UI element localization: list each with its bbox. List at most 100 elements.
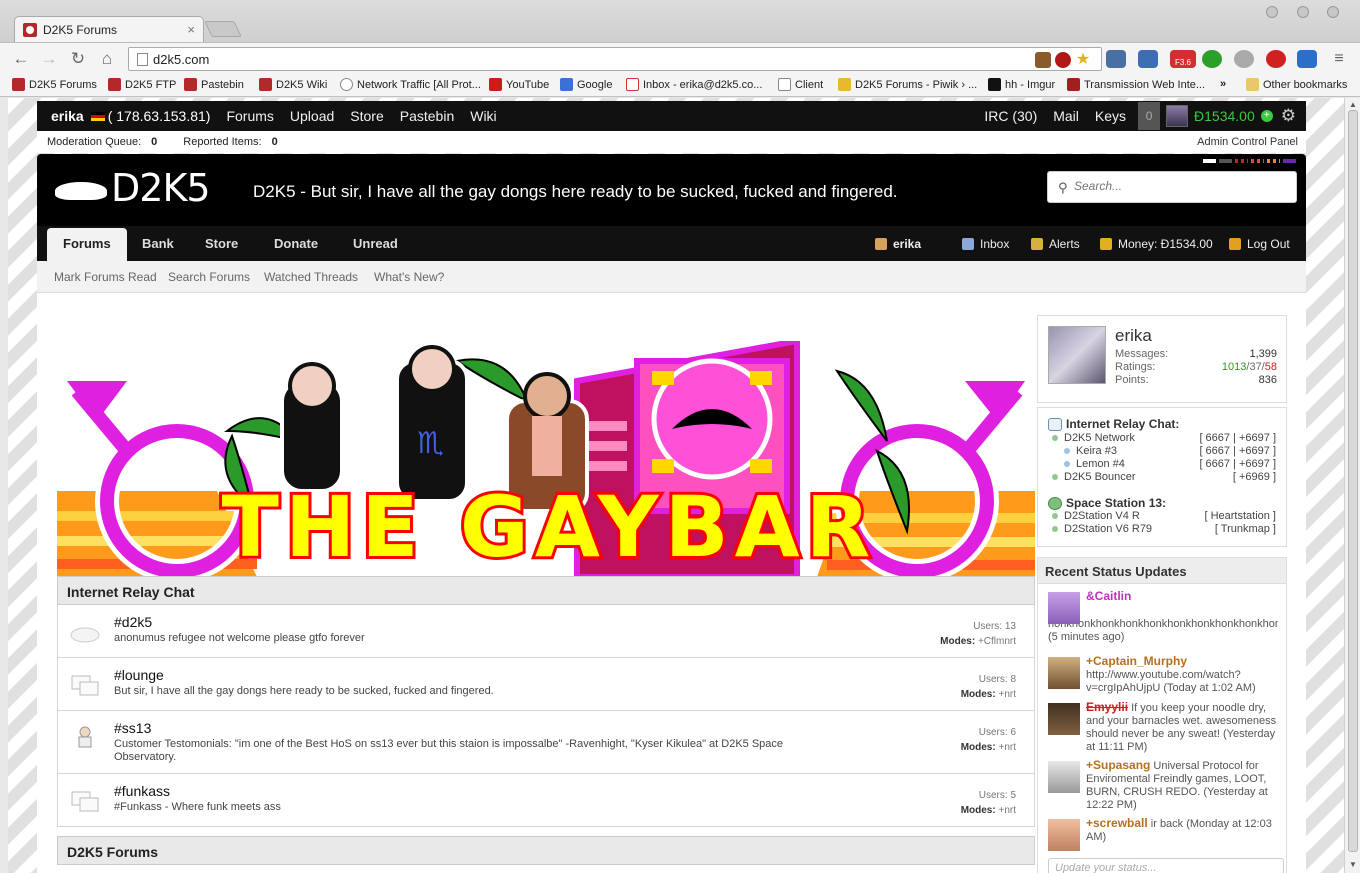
minimize-window-button[interactable]: [1266, 6, 1278, 18]
ss13-server-row[interactable]: D2Station V6 R79[ Trunkmap ]: [1052, 523, 1276, 535]
irc-server-row[interactable]: Lemon #4[ 6667 | +6697 ]: [1064, 458, 1276, 470]
notification-count[interactable]: 0: [1138, 102, 1161, 130]
nav-money-link[interactable]: Money: Đ1534.00: [1100, 237, 1213, 251]
maximize-window-button[interactable]: [1297, 6, 1309, 18]
bookmark-item[interactable]: Transmission Web Inte...: [1067, 78, 1205, 91]
topbar-money[interactable]: Đ1534.00: [1194, 108, 1255, 124]
tab-unread[interactable]: Unread: [353, 236, 398, 251]
bookmark-item[interactable]: Client: [778, 78, 823, 91]
avatar[interactable]: [1048, 703, 1080, 735]
topbar-link-wiki[interactable]: Wiki: [470, 108, 496, 124]
channel-name[interactable]: #d2k5: [114, 614, 152, 630]
topbar-mail-link[interactable]: Mail: [1053, 108, 1079, 124]
topbar-irc-link[interactable]: IRC (30): [984, 108, 1037, 124]
switch-extension-icon[interactable]: [1297, 50, 1317, 68]
channel-name[interactable]: #lounge: [114, 667, 164, 683]
bookmark-item[interactable]: Inbox - erika@d2k5.co...: [626, 78, 762, 91]
tab-donate[interactable]: Donate: [274, 236, 318, 251]
topbar-link-store[interactable]: Store: [350, 108, 383, 124]
avatar[interactable]: [1048, 326, 1106, 384]
avatar[interactable]: [1048, 657, 1080, 689]
bookmark-item[interactable]: YouTube: [489, 78, 549, 91]
browser-tab[interactable]: D2K5 Forums ×: [14, 16, 204, 42]
bookmark-item[interactable]: hh - Imgur: [988, 78, 1055, 91]
url-text[interactable]: d2k5.com: [153, 52, 209, 67]
address-bar[interactable]: d2k5.com ★: [128, 47, 1102, 71]
add-money-icon[interactable]: +: [1260, 110, 1273, 122]
admin-control-panel-link[interactable]: Admin Control Panel: [1197, 136, 1298, 148]
profile-username[interactable]: erika: [1115, 326, 1152, 346]
avatar[interactable]: [1048, 592, 1080, 624]
other-bookmarks-button[interactable]: Other bookmarks: [1246, 78, 1347, 91]
topbar-username[interactable]: erika: [51, 108, 84, 124]
sync-extension-icon[interactable]: [1234, 50, 1254, 68]
watched-threads-link[interactable]: Watched Threads: [264, 270, 358, 284]
reported-items-label[interactable]: Reported Items:: [183, 136, 261, 148]
quick-extension-icon[interactable]: [1202, 50, 1222, 68]
ss13-server-row[interactable]: D2Station V4 R[ Heartstation ]: [1052, 510, 1276, 522]
nav-user-link[interactable]: erika: [875, 237, 921, 251]
gear-icon[interactable]: ⚙: [1281, 106, 1296, 126]
scroll-up-icon[interactable]: ▲: [1349, 100, 1357, 109]
search-forums-link[interactable]: Search Forums: [168, 270, 250, 284]
bookmark-item[interactable]: Pastebin: [184, 78, 244, 91]
back-arrow-icon[interactable]: ←: [10, 48, 32, 70]
forums-section-header[interactable]: D2K5 Forums: [57, 836, 1035, 865]
adblock-extension-icon[interactable]: [1266, 50, 1286, 68]
page-scrollbar[interactable]: ▲ ▼: [1344, 98, 1360, 873]
bookmark-item[interactable]: D2K5 FTP: [108, 78, 176, 91]
avatar[interactable]: [1048, 761, 1080, 793]
bookmark-item[interactable]: Google: [560, 78, 612, 91]
reload-icon[interactable]: ↻: [67, 48, 89, 70]
irc-channel-row[interactable]: #lounge But sir, I have all the gay dong…: [58, 658, 1034, 711]
menu-icon[interactable]: ≡: [1328, 48, 1350, 70]
irc-server-row[interactable]: D2K5 Network[ 6667 | +6697 ]: [1052, 432, 1276, 444]
irc-server-row[interactable]: D2K5 Bouncer[ +6969 ]: [1052, 471, 1276, 483]
site-logo[interactable]: D2K5: [55, 166, 211, 210]
close-window-button[interactable]: [1327, 6, 1339, 18]
avatar[interactable]: [1166, 105, 1189, 127]
irc-channel-row[interactable]: #ss13 Customer Testomonials: "im one of …: [58, 711, 1034, 774]
topbar-keys-link[interactable]: Keys: [1095, 108, 1126, 124]
topbar-link-forums[interactable]: Forums: [226, 108, 273, 124]
scrollbar-thumb[interactable]: [1348, 110, 1358, 852]
tab-bank[interactable]: Bank: [142, 236, 174, 251]
block-icon[interactable]: [1055, 52, 1071, 68]
bookmark-item[interactable]: D2K5 Wiki: [259, 78, 327, 91]
extension-icon[interactable]: [1035, 52, 1051, 68]
new-tab-button[interactable]: [204, 21, 242, 37]
status-update-input[interactable]: Update your status...: [1048, 858, 1284, 873]
nav-alerts-link[interactable]: Alerts: [1031, 237, 1080, 251]
search-input[interactable]: [1074, 179, 1274, 193]
topbar-link-pastebin[interactable]: Pastebin: [400, 108, 454, 124]
nav-inbox-link[interactable]: Inbox: [962, 237, 1009, 251]
avatar[interactable]: [1048, 819, 1080, 851]
mark-forums-read-link[interactable]: Mark Forums Read: [54, 270, 157, 284]
bookmark-star-icon[interactable]: ★: [1075, 52, 1091, 68]
tab-store[interactable]: Store: [205, 236, 238, 251]
search-box[interactable]: ⚲: [1047, 171, 1297, 203]
channel-name[interactable]: #ss13: [114, 720, 151, 736]
forward-arrow-icon[interactable]: →: [38, 48, 60, 70]
whats-new-link[interactable]: What's New?: [374, 270, 444, 284]
bookmark-item[interactable]: D2K5 Forums: [12, 78, 97, 91]
moderation-queue-label[interactable]: Moderation Queue:: [47, 136, 141, 148]
irc-channel-row[interactable]: #d2k5 anonumus refugee not welcome pleas…: [58, 605, 1034, 658]
tab-close-icon[interactable]: ×: [187, 22, 195, 37]
irc-server-row[interactable]: Keira #3[ 6667 | +6697 ]: [1064, 445, 1276, 457]
home-icon[interactable]: ⌂: [96, 48, 118, 70]
f36-extension-icon[interactable]: F3.6: [1170, 50, 1196, 68]
download-extension-icon[interactable]: [1138, 50, 1158, 68]
tab-forums[interactable]: Forums: [47, 228, 127, 261]
channel-name[interactable]: #funkass: [114, 783, 170, 799]
topbar-link-upload[interactable]: Upload: [290, 108, 334, 124]
clock-extension-icon[interactable]: [1106, 50, 1126, 68]
scroll-down-icon[interactable]: ▼: [1349, 860, 1357, 869]
bookmark-item[interactable]: D2K5 Forums - Piwik › ...: [838, 78, 977, 91]
irc-section-header[interactable]: Internet Relay Chat: [57, 576, 1035, 605]
bookmark-item[interactable]: Network Traffic [All Prot...: [340, 78, 481, 91]
irc-channel-row[interactable]: #funkass #Funkass - Where funk meets ass…: [58, 774, 1034, 827]
nav-logout-link[interactable]: Log Out: [1229, 237, 1290, 251]
style-chooser-swatches[interactable]: [1203, 159, 1296, 163]
bookmarks-overflow-button[interactable]: »: [1220, 78, 1226, 90]
